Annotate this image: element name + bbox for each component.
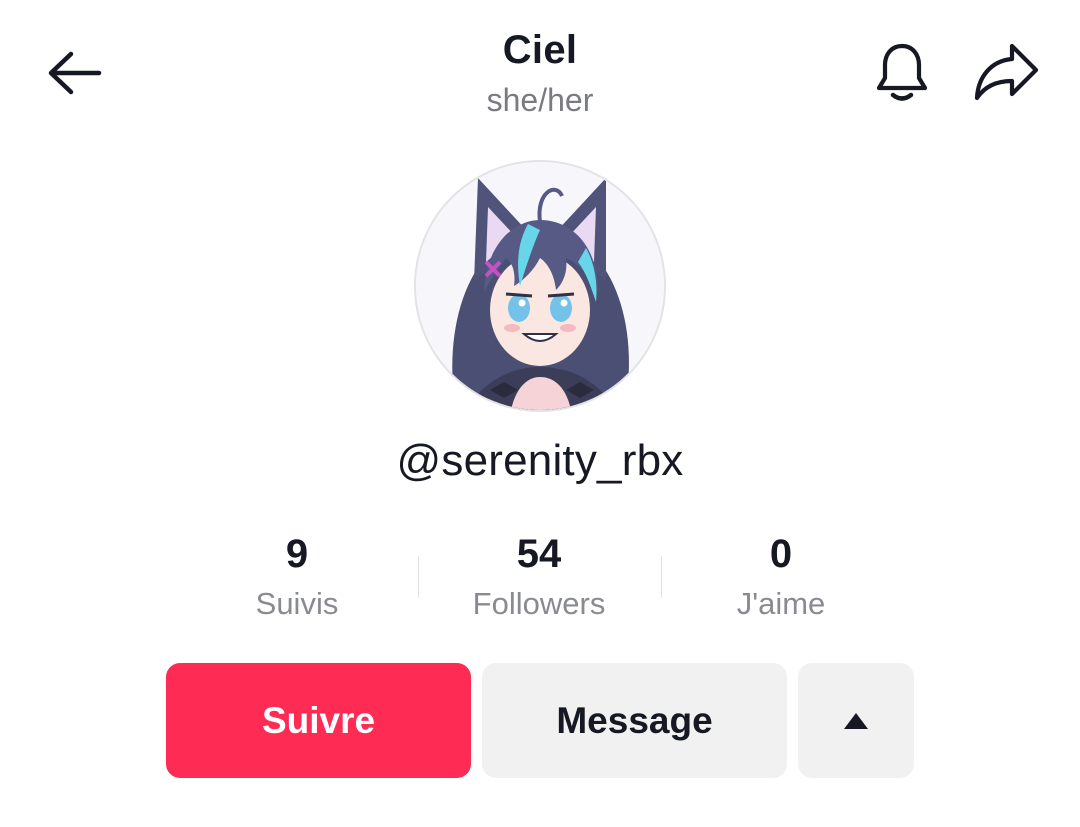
stat-followers-count: 54 bbox=[516, 532, 562, 576]
avatar[interactable] bbox=[414, 160, 666, 412]
stat-following[interactable]: 9 Suivis bbox=[176, 530, 418, 630]
share-button[interactable] bbox=[968, 38, 1044, 106]
suggested-accounts-button[interactable] bbox=[798, 663, 914, 778]
follow-button[interactable]: Suivre bbox=[166, 663, 471, 778]
message-button[interactable]: Message bbox=[482, 663, 787, 778]
anime-wolf-girl-avatar bbox=[416, 162, 664, 410]
bell-icon bbox=[876, 43, 928, 101]
share-arrow-icon bbox=[974, 43, 1039, 101]
stat-divider bbox=[661, 556, 662, 598]
stat-following-count: 9 bbox=[285, 532, 309, 576]
stat-following-label: Suivis bbox=[255, 586, 339, 621]
stat-divider bbox=[418, 556, 419, 598]
stat-likes-label: J'aime bbox=[736, 586, 826, 621]
stat-followers[interactable]: 54 Followers bbox=[418, 530, 660, 630]
triangle-up-icon bbox=[844, 712, 868, 729]
stat-followers-label: Followers bbox=[472, 586, 606, 621]
notification-bell-button[interactable] bbox=[868, 38, 936, 106]
username: @serenity_rbx bbox=[396, 436, 684, 485]
stat-likes-count: 0 bbox=[769, 532, 793, 576]
stat-likes[interactable]: 0 J'aime bbox=[660, 530, 902, 630]
profile-stats: 9 Suivis 54 Followers 0 J'aime bbox=[176, 530, 904, 630]
